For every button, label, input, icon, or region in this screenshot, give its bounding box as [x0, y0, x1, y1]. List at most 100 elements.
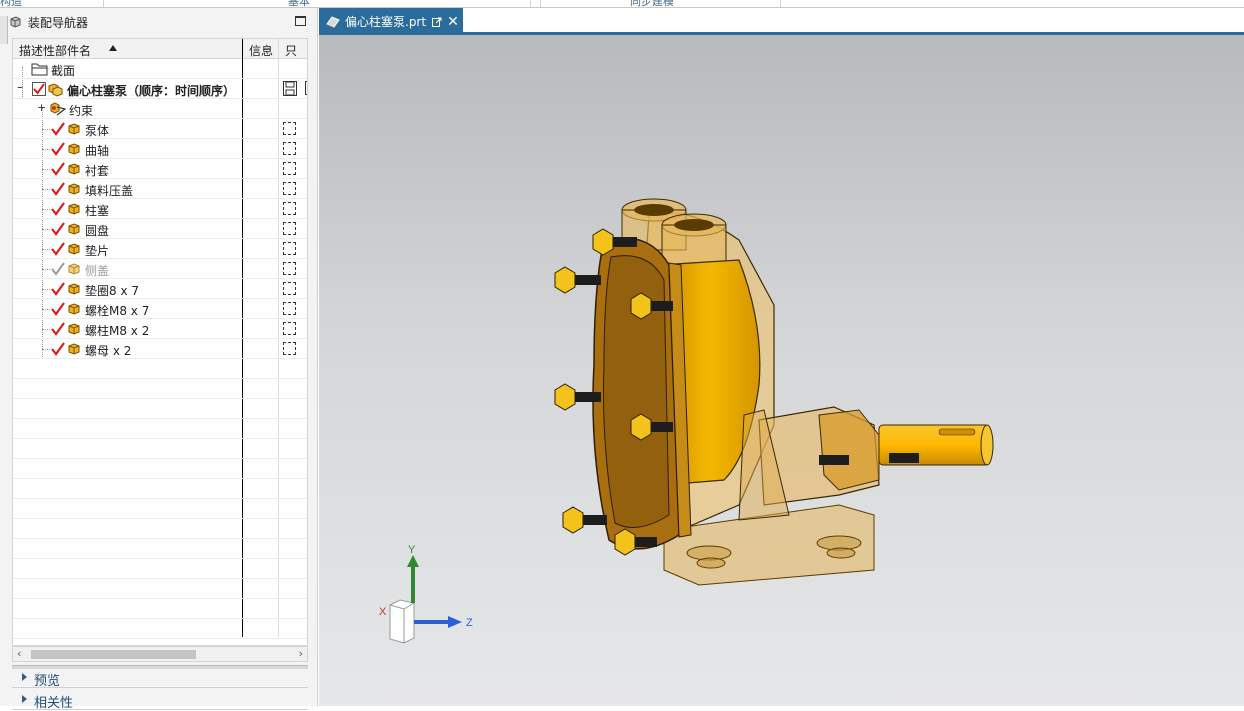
- visibility-check-icon[interactable]: [51, 322, 65, 336]
- checkbox-checked-icon[interactable]: [32, 82, 46, 96]
- select-icon[interactable]: [283, 302, 296, 315]
- tree-row-part[interactable]: 曲轴: [13, 139, 307, 159]
- column-name-header[interactable]: 描述性部件名: [19, 42, 91, 59]
- visibility-check-grayed-icon[interactable]: [51, 262, 65, 276]
- tree-row-part[interactable]: 柱塞: [13, 199, 307, 219]
- select-icon[interactable]: [283, 262, 296, 275]
- tree-connector: [42, 169, 50, 170]
- empty-row: [13, 519, 307, 539]
- visibility-check-icon[interactable]: [51, 302, 65, 316]
- visibility-check-icon[interactable]: [51, 142, 65, 156]
- tree-row-part[interactable]: 泵体: [13, 119, 307, 139]
- document-tab-bar: 偏心柱塞泵.prt ✕: [319, 8, 1244, 35]
- visibility-check-icon[interactable]: [51, 342, 65, 356]
- y-axis-label: Y: [408, 544, 416, 556]
- select-icon[interactable]: [283, 342, 296, 355]
- select-icon[interactable]: [283, 202, 296, 215]
- x-axis-label: X: [379, 606, 387, 618]
- dependency-section[interactable]: 相关性: [12, 688, 308, 711]
- tree-connector: [42, 329, 50, 330]
- tree-row-part[interactable]: 螺栓M8 x 7: [13, 299, 307, 319]
- readonly-icon: [305, 81, 307, 95]
- visibility-check-icon[interactable]: [51, 182, 65, 196]
- tree-row-assembly[interactable]: – 偏心柱塞泵（顺序：时间顺序）: [13, 79, 307, 99]
- tree-row-label: 泵体: [85, 124, 110, 138]
- tree-connector: [42, 309, 50, 310]
- scrollbar-thumb[interactable]: [31, 650, 196, 659]
- select-icon[interactable]: [283, 222, 296, 235]
- empty-row: [13, 399, 307, 419]
- visibility-check-icon[interactable]: [51, 242, 65, 256]
- close-tab-icon[interactable]: ✕: [447, 14, 459, 30]
- empty-row: [13, 359, 307, 379]
- empty-row: [13, 499, 307, 519]
- visibility-check-icon[interactable]: [51, 162, 65, 176]
- tree-row-part[interactable]: 垫圈8 x 7: [13, 279, 307, 299]
- empty-row: [13, 539, 307, 559]
- tree-row-constraints[interactable]: + 约束: [13, 99, 307, 119]
- part-icon: [68, 123, 80, 135]
- select-icon[interactable]: [283, 282, 296, 295]
- select-icon[interactable]: [283, 182, 296, 195]
- select-icon[interactable]: [283, 162, 296, 175]
- sort-ascending-icon: [109, 45, 117, 51]
- expand-icon[interactable]: +: [37, 101, 46, 114]
- tree-row-label: 衬套: [85, 164, 110, 178]
- column-readonly-header[interactable]: 只: [285, 42, 297, 59]
- tree-row-part[interactable]: 填料压盖: [13, 179, 307, 199]
- visibility-check-icon[interactable]: [51, 122, 65, 136]
- graphics-viewport[interactable]: Y Z X: [319, 35, 1244, 706]
- popout-icon[interactable]: [432, 17, 442, 27]
- tree-row-part[interactable]: 侧盖: [13, 259, 307, 279]
- scroll-right-icon[interactable]: ›: [299, 647, 303, 660]
- tree-connector: [42, 129, 50, 130]
- assembly-tree[interactable]: 描述性部件名 信息 只 截面 – 偏心柱塞泵（顺序：时间顺序） + 约束 泵体 …: [12, 38, 308, 646]
- preview-section[interactable]: 预览: [12, 666, 308, 689]
- select-icon[interactable]: [283, 322, 296, 335]
- ribbon-group-strip: 构造 基本 同步建模: [0, 0, 1244, 8]
- tree-row-label: 圆盘: [85, 224, 110, 238]
- tree-connector: [42, 149, 50, 150]
- tree-row-part[interactable]: 螺柱M8 x 2: [13, 319, 307, 339]
- select-icon[interactable]: [283, 142, 296, 155]
- horizontal-scrollbar[interactable]: ‹ ›: [12, 646, 308, 662]
- expand-right-icon: [22, 695, 27, 703]
- tree-connector: [42, 349, 50, 350]
- collapse-icon[interactable]: –: [17, 80, 23, 94]
- tree-row-label: 偏心柱塞泵（顺序：时间顺序）: [67, 84, 236, 98]
- tree-row-part[interactable]: 圆盘: [13, 219, 307, 239]
- tree-connector: [42, 269, 50, 270]
- part-icon: [68, 223, 80, 235]
- part-icon: [68, 143, 80, 155]
- scroll-left-icon[interactable]: ‹: [17, 647, 21, 660]
- navigator-header: 装配导航器: [8, 10, 312, 34]
- part-icon: [68, 203, 80, 215]
- save-icon[interactable]: [283, 81, 297, 96]
- visibility-check-icon[interactable]: [51, 202, 65, 216]
- part-icon: [68, 263, 80, 275]
- tree-connector: [42, 229, 50, 230]
- visibility-check-icon[interactable]: [51, 282, 65, 296]
- select-icon[interactable]: [283, 122, 296, 135]
- tree-row-section[interactable]: 截面: [13, 59, 307, 79]
- tree-row-label: 垫片: [85, 244, 110, 258]
- tab-part-file[interactable]: 偏心柱塞泵.prt ✕: [319, 8, 463, 35]
- tree-connector: [42, 289, 50, 290]
- expand-right-icon: [22, 673, 27, 681]
- tree-row-label: 截面: [51, 64, 76, 78]
- assembly-icon: [48, 83, 63, 97]
- visibility-check-icon[interactable]: [51, 222, 65, 236]
- column-info-header[interactable]: 信息: [249, 42, 273, 59]
- resource-bar-tab[interactable]: [0, 16, 8, 44]
- maximize-icon[interactable]: [295, 16, 306, 26]
- tree-row-part[interactable]: 螺母 x 2: [13, 339, 307, 359]
- part-icon: [68, 163, 80, 175]
- tree-connector: [42, 189, 50, 190]
- select-icon[interactable]: [283, 242, 296, 255]
- tree-connector: [42, 249, 50, 250]
- tree-row-part[interactable]: 垫片: [13, 239, 307, 259]
- tree-row-label: 约束: [69, 104, 94, 118]
- empty-row: [13, 559, 307, 579]
- column-divider[interactable]: [307, 39, 308, 637]
- tree-row-part[interactable]: 衬套: [13, 159, 307, 179]
